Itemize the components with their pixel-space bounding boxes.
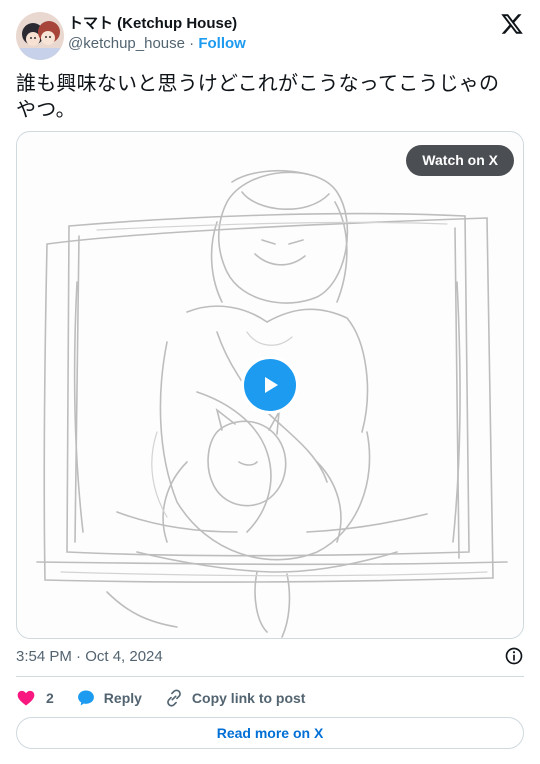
timestamp-row: 3:54 PM · Oct 4, 2024 xyxy=(16,646,524,666)
info-icon[interactable] xyxy=(504,646,524,666)
reply-label: Reply xyxy=(103,690,142,706)
heart-icon xyxy=(17,690,35,706)
x-logo-icon[interactable] xyxy=(500,12,524,36)
read-more-button[interactable]: Read more on X xyxy=(16,717,524,749)
play-icon xyxy=(265,377,278,393)
avatar[interactable] xyxy=(16,12,64,60)
action-bar: 2 Reply Copy link to post xyxy=(16,686,327,710)
copy-link-button[interactable]: Copy link to post xyxy=(164,688,306,708)
author-display-name[interactable]: トマト (Ketchup House) xyxy=(68,15,246,33)
author-names: トマト (Ketchup House) @ketchup_house · Fol… xyxy=(68,12,246,54)
watch-on-x-button[interactable]: Watch on X xyxy=(406,145,514,176)
post-header: トマト (Ketchup House) @ketchup_house · Fol… xyxy=(16,12,524,62)
like-button[interactable]: 2 xyxy=(16,688,54,708)
divider xyxy=(16,676,524,677)
copy-link-label: Copy link to post xyxy=(191,690,306,706)
handle-separator: · xyxy=(184,35,199,52)
post-timestamp[interactable]: 3:54 PM · Oct 4, 2024 xyxy=(16,648,163,665)
post-text: 誰も興味ないと思うけどこれがこうなってこうじゃのやつ。 xyxy=(16,71,500,121)
reply-button[interactable]: Reply xyxy=(76,688,142,708)
play-button[interactable] xyxy=(241,356,299,414)
video-media[interactable]: Watch on X xyxy=(16,131,524,639)
embedded-post-card: トマト (Ketchup House) @ketchup_house · Fol… xyxy=(0,0,540,764)
link-icon xyxy=(167,689,181,707)
reply-icon xyxy=(77,690,94,706)
like-count: 2 xyxy=(46,690,54,706)
author-handle[interactable]: @ketchup_house xyxy=(68,35,185,52)
author-handle-row: @ketchup_house · Follow xyxy=(68,34,246,54)
follow-button[interactable]: Follow xyxy=(198,35,246,52)
